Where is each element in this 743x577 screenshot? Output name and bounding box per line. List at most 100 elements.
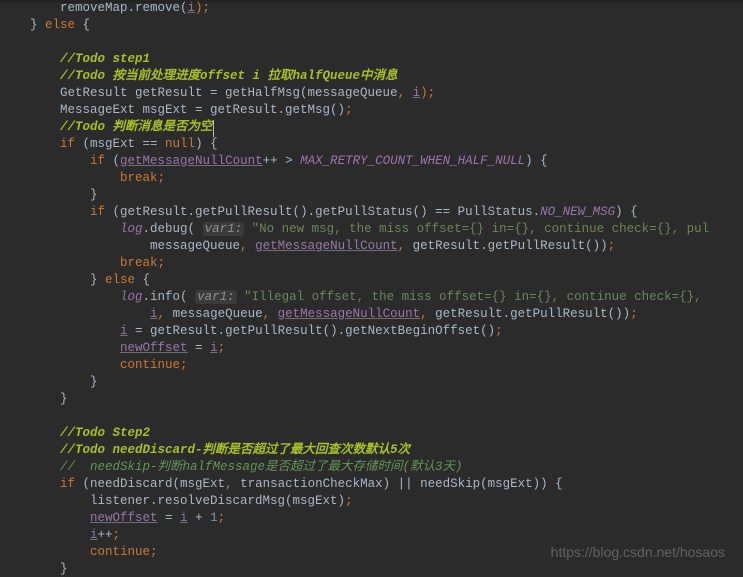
string-literal: "No new msg, the miss offset={} in={}, c…: [244, 222, 709, 236]
brace: ) {: [195, 137, 218, 151]
semicolon: ;: [345, 103, 353, 117]
indent: [0, 528, 90, 542]
kw-if: if: [90, 205, 105, 219]
kw-if: if: [90, 154, 105, 168]
var-i: i: [413, 86, 421, 100]
number-literal: 1: [210, 511, 218, 525]
op: ++: [98, 528, 113, 542]
method-call: .debug(: [143, 222, 203, 236]
todo-comment: //Todo Step2: [0, 426, 150, 440]
indent: [0, 511, 90, 525]
field-ref: getMessageNullCount: [255, 239, 398, 253]
brace: ) {: [615, 205, 638, 219]
todo-comment: //Todo 按当前处理进度offset i 拉取halfQueue中消息: [0, 69, 398, 83]
logger-field: log: [120, 222, 143, 236]
paren: (: [105, 154, 120, 168]
brace: {: [135, 273, 150, 287]
brace: ) {: [525, 154, 548, 168]
var-i: i: [150, 307, 158, 321]
logger-field: log: [120, 290, 143, 304]
todo-comment: //Todo step1: [0, 52, 150, 66]
brace: }: [0, 188, 98, 202]
field-ref: getMessageNullCount: [120, 154, 263, 168]
indent: [0, 341, 120, 355]
brace: {: [75, 18, 90, 32]
kw-if: if: [60, 477, 75, 491]
op: =: [158, 511, 181, 525]
todo-comment: //Todo needDiscard-判断是否超过了最大回查次数默认5次: [0, 443, 410, 457]
comma: ,: [263, 307, 278, 321]
top-shadow: [0, 0, 743, 3]
semicolon: );: [420, 86, 435, 100]
op: =: [188, 341, 211, 355]
code-block[interactable]: removeMap.remove(i); } else { //Todo ste…: [0, 0, 743, 577]
param-hint: var1:: [197, 290, 235, 304]
indent: [0, 256, 120, 270]
var-i: i: [120, 324, 128, 338]
var-newoffset: newOffset: [90, 511, 158, 525]
var-i: i: [180, 511, 188, 525]
indent: [0, 171, 120, 185]
kw-break: break;: [120, 171, 165, 185]
var-i: i: [90, 528, 98, 542]
code-text: listener.resolveDiscardMsg(msgExt): [0, 494, 345, 508]
code-text: messageQueue: [173, 307, 263, 321]
brace: }: [0, 18, 45, 32]
op: ++ >: [263, 154, 301, 168]
method-call: .info(: [143, 290, 196, 304]
brace: }: [0, 273, 105, 287]
kw-else: else: [45, 18, 75, 32]
indent: [0, 137, 60, 151]
enum-const: NO_NEW_MSG: [540, 205, 615, 219]
editor-viewport[interactable]: removeMap.remove(i); } else { //Todo ste…: [0, 0, 743, 577]
code-text: transactionCheckMax) || needSkip(msgExt)…: [240, 477, 563, 491]
code-text: (needDiscard(msgExt: [75, 477, 225, 491]
code-text: messageQueue: [0, 239, 240, 253]
brace: }: [0, 392, 68, 406]
var-i: i: [188, 1, 196, 15]
semicolon: ;: [345, 494, 353, 508]
indent: [0, 290, 120, 304]
semicolon: );: [195, 1, 210, 15]
op: +: [188, 511, 211, 525]
semicolon: ;: [495, 324, 503, 338]
semicolon: ;: [218, 511, 226, 525]
kw-if: if: [60, 137, 75, 151]
indent: [0, 205, 90, 219]
var-i: i: [210, 341, 218, 355]
indent: [0, 222, 120, 236]
param-hint: var1:: [205, 222, 243, 236]
semicolon: ;: [113, 528, 121, 542]
comma: ,: [398, 86, 413, 100]
brace: }: [0, 375, 98, 389]
kw-continue: continue;: [90, 545, 158, 559]
field-ref: getMessageNullCount: [278, 307, 421, 321]
kw-break: break;: [120, 256, 165, 270]
code-text: getResult.getPullResult()): [435, 307, 630, 321]
indent: [0, 307, 150, 321]
kw-else: else: [105, 273, 135, 287]
indent: [0, 154, 90, 168]
var-newoffset: newOffset: [120, 341, 188, 355]
semicolon: ;: [218, 341, 226, 355]
kw-null: null: [165, 137, 195, 151]
comma: ,: [225, 477, 240, 491]
comment: // needSkip-判断halfMessage是否超过了最大存储时间(默认3…: [0, 460, 463, 474]
string-literal: "Illegal offset, the miss offset={} in={…: [237, 290, 702, 304]
code-text: getResult.getPullResult()): [413, 239, 608, 253]
code-text: (msgExt ==: [75, 137, 165, 151]
indent: [0, 324, 120, 338]
indent: [0, 477, 60, 491]
semicolon: ;: [608, 239, 616, 253]
indent: [0, 545, 90, 559]
indent: [0, 358, 120, 372]
code-text: = getResult.getPullResult().getNextBegin…: [128, 324, 496, 338]
comma: ,: [420, 307, 435, 321]
code-text: GetResult getResult = getHalfMsg(message…: [0, 86, 398, 100]
comma: ,: [240, 239, 255, 253]
comma: ,: [158, 307, 173, 321]
brace: }: [0, 562, 68, 576]
code-text: (getResult.getPullResult().getPullStatus…: [105, 205, 540, 219]
todo-comment: //Todo 判断消息是否为空: [0, 120, 213, 134]
comma: ,: [398, 239, 413, 253]
